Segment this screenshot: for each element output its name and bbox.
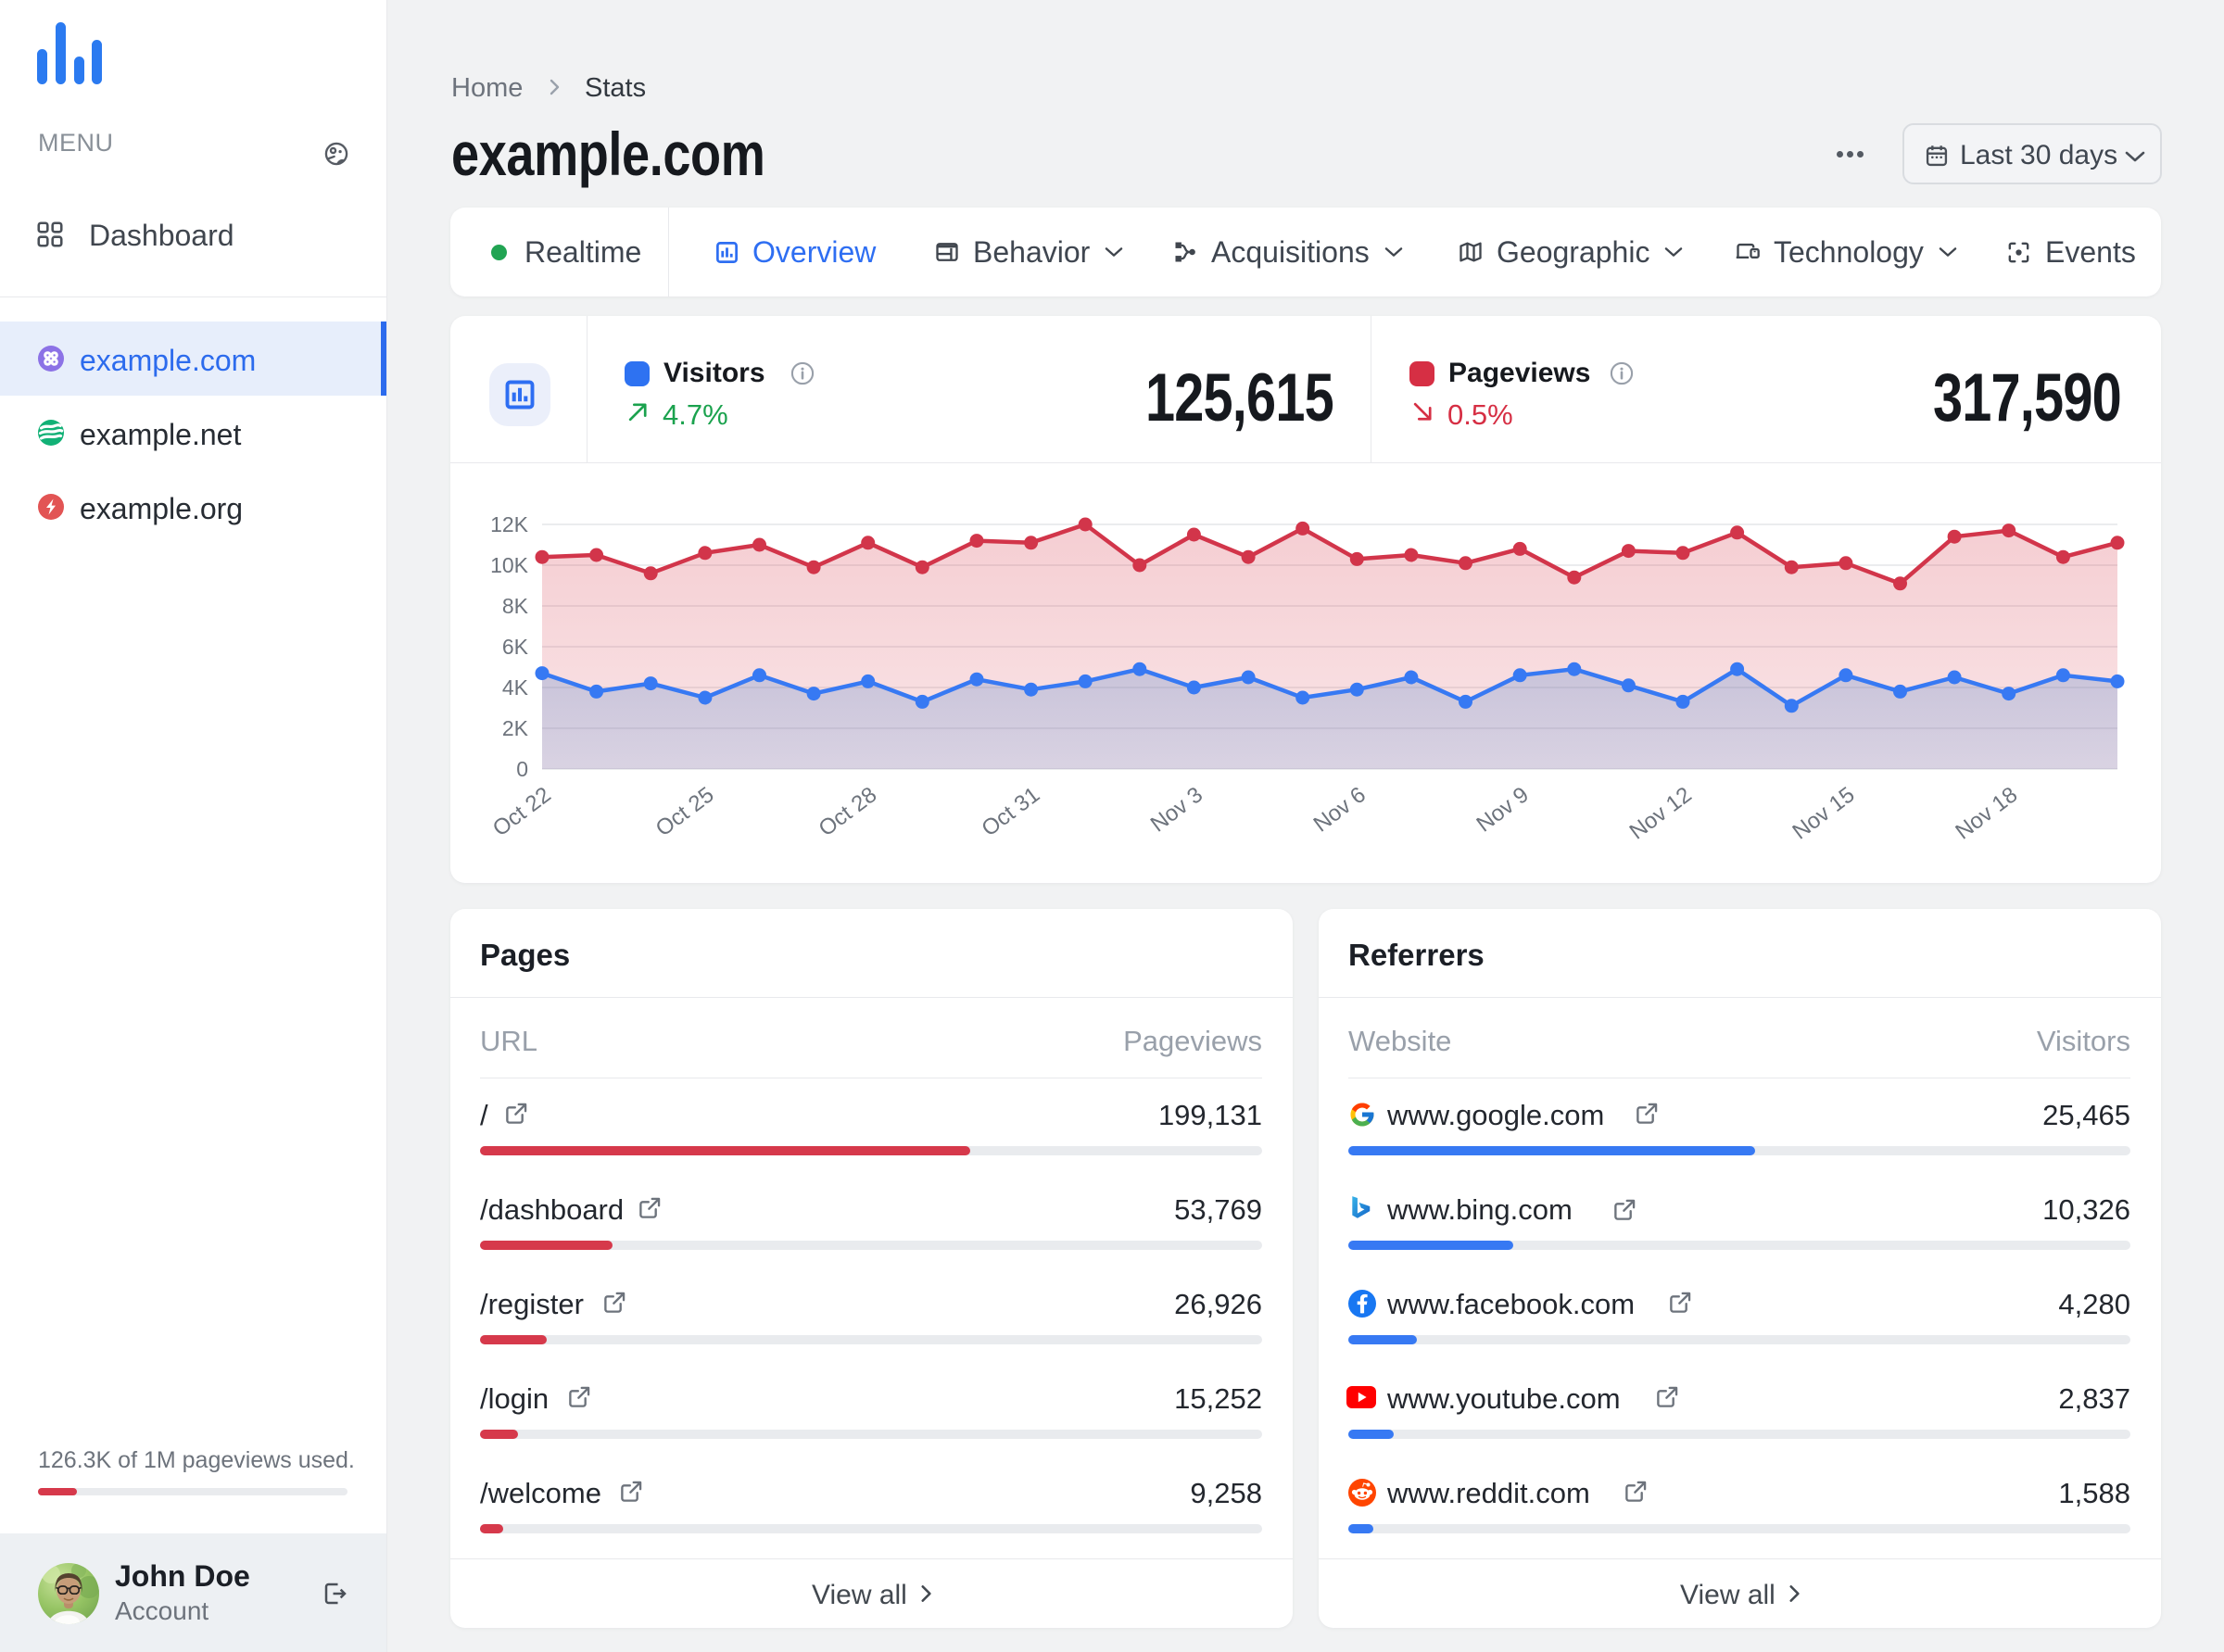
svg-text:Nov 9: Nov 9 — [1472, 782, 1533, 837]
svg-text:8K: 8K — [502, 594, 529, 618]
svg-text:Oct 25: Oct 25 — [651, 782, 719, 841]
svg-text:4K: 4K — [502, 675, 529, 700]
svg-text:2K: 2K — [502, 716, 529, 740]
svg-text:Nov 15: Nov 15 — [1788, 782, 1860, 844]
svg-text:Nov 12: Nov 12 — [1625, 782, 1697, 844]
svg-text:Oct 28: Oct 28 — [815, 782, 882, 841]
svg-text:Nov 3: Nov 3 — [1146, 782, 1207, 837]
svg-text:6K: 6K — [502, 635, 529, 659]
svg-text:Oct 22: Oct 22 — [488, 782, 556, 841]
svg-text:Oct 31: Oct 31 — [977, 782, 1044, 841]
svg-text:10K: 10K — [490, 553, 529, 577]
svg-text:Nov 6: Nov 6 — [1309, 782, 1371, 837]
svg-text:Nov 18: Nov 18 — [1951, 782, 2022, 844]
svg-text:12K: 12K — [490, 512, 529, 536]
svg-text:0: 0 — [516, 757, 528, 781]
